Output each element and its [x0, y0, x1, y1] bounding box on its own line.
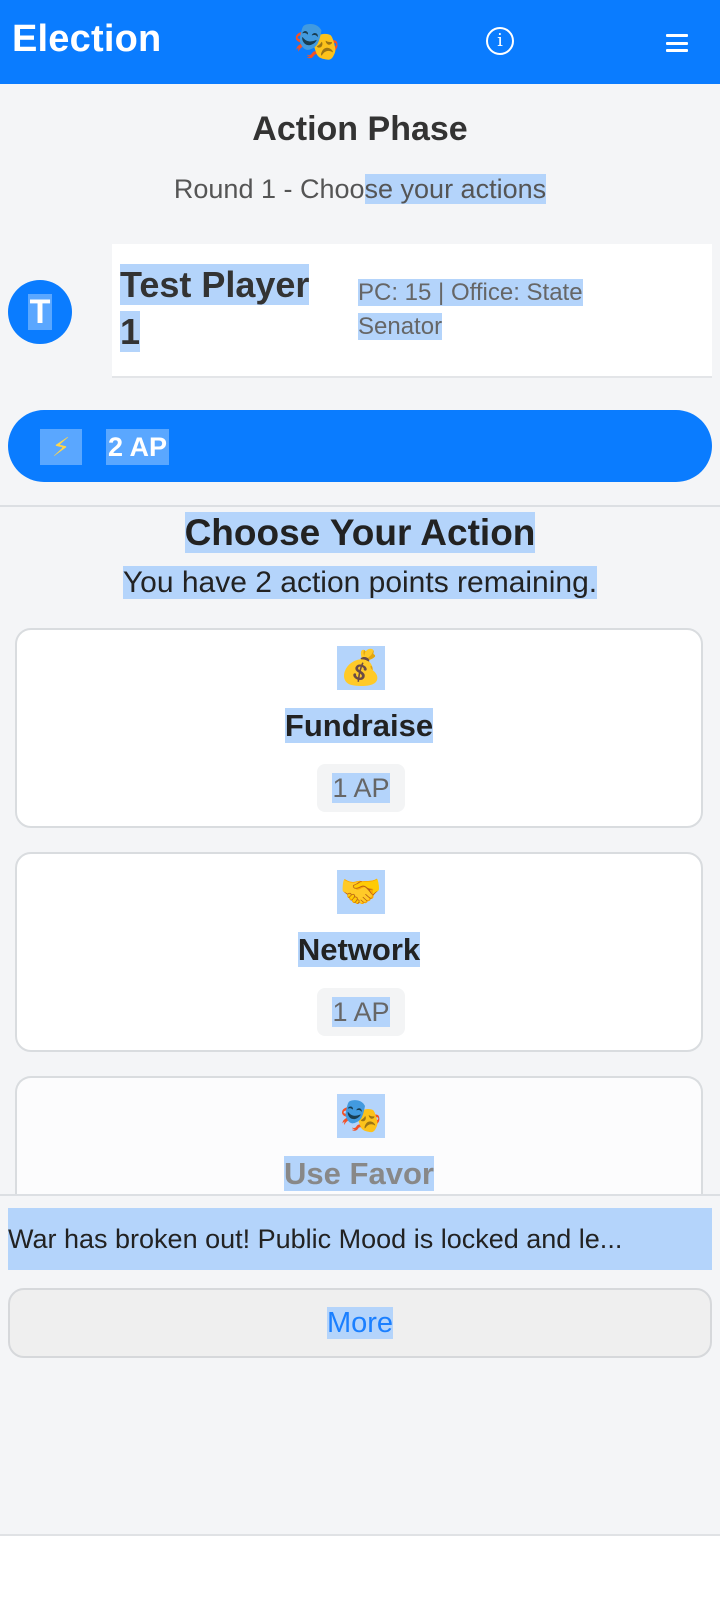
avatar-letter: T: [27, 293, 53, 331]
event-text: War has broken out! Public Mood is locke…: [8, 1208, 712, 1270]
player-card: Test Player 1 PC: 15 | Office: State Sen…: [112, 244, 712, 378]
player-stats: PC: 15 | Office: State Senator: [358, 276, 618, 343]
player-name-text: Test Player 1: [120, 264, 310, 352]
event-panel: War has broken out! Public Mood is locke…: [0, 1194, 720, 1536]
action-cost-badge: 1 AP: [317, 988, 405, 1036]
more-button[interactable]: More: [8, 1288, 712, 1358]
app-title: Election: [12, 18, 162, 60]
more-button-label: More: [326, 1307, 394, 1339]
player-avatar: T: [8, 280, 72, 344]
action-label-text: Network: [297, 932, 421, 967]
action-label-text: Fundraise: [284, 708, 434, 743]
action-points-label: 2 AP: [106, 429, 170, 465]
player-stats-text: PC: 15 | Office: State Senator: [358, 279, 583, 340]
theater-masks-logo-icon: 🎭: [293, 21, 341, 63]
phase-subtitle: Round 1 - Choose your actions: [0, 174, 720, 205]
action-label: Fundraise: [17, 708, 701, 744]
action-label: Network: [17, 932, 701, 968]
action-cost-badge: 1 AP: [317, 764, 405, 812]
hamburger-menu-icon[interactable]: [666, 34, 688, 52]
action-cost-text: 1 AP: [332, 997, 390, 1027]
handshake-icon: 🤝: [337, 870, 385, 914]
phase-subtitle-selected-text: se your actions: [364, 174, 547, 204]
top-navigation-bar: Election 🎭 i: [0, 0, 720, 84]
action-cost-text: 1 AP: [332, 773, 390, 803]
phase-subtitle-text: Round 1 - Choo: [173, 174, 365, 204]
menu-line: [666, 41, 688, 45]
menu-line: [666, 49, 688, 52]
lightning-icon: ⚡: [40, 429, 82, 465]
action-label: Use Favor: [17, 1156, 701, 1192]
masks-icon: 🎭: [337, 1094, 385, 1138]
info-icon[interactable]: i: [486, 27, 514, 55]
info-glyph: i: [497, 30, 503, 51]
player-name: Test Player 1: [120, 262, 320, 356]
choose-action-title-text: Choose Your Action: [184, 512, 536, 553]
action-points-bar: ⚡ 2 AP: [8, 410, 712, 482]
phase-title: Action Phase: [252, 110, 468, 148]
choose-action-title: Choose Your Action: [0, 512, 720, 554]
section-divider: [0, 505, 720, 507]
money-bag-icon: 💰: [337, 646, 385, 690]
bottom-bar: [0, 1534, 720, 1602]
action-points-remaining-text: You have 2 action points remaining.: [122, 566, 598, 599]
action-points-remaining: You have 2 action points remaining.: [0, 566, 720, 600]
action-card-network[interactable]: 🤝 Network 1 AP: [15, 852, 703, 1052]
menu-line: [666, 34, 688, 37]
action-label-text: Use Favor: [284, 1156, 434, 1191]
action-card-fundraise[interactable]: 💰 Fundraise 1 AP: [15, 628, 703, 828]
